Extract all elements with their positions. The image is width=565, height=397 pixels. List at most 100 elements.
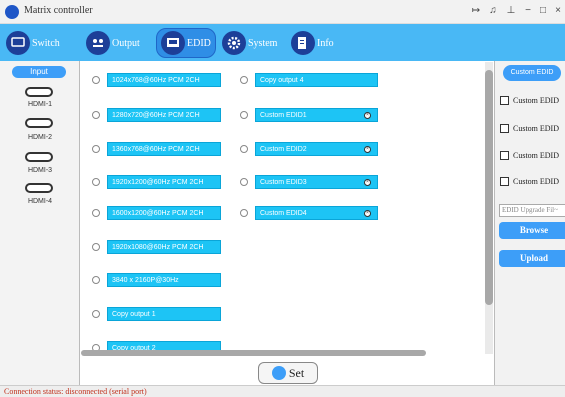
edid-upgrade-file-input[interactable]: EDID Upgrade Fil~: [499, 204, 565, 217]
edid-option-label: Custom EDID1: [260, 112, 307, 119]
close-button[interactable]: ×: [552, 4, 564, 18]
app-icon: [5, 5, 19, 19]
download-icon[interactable]: ⊥: [505, 4, 517, 18]
minimize-button[interactable]: −: [522, 4, 534, 18]
tab-switch[interactable]: Switch: [6, 28, 60, 58]
switch-icon: [6, 31, 30, 55]
radio-button[interactable]: [92, 111, 100, 119]
edid-option[interactable]: 3840 x 2160P@30Hz: [92, 272, 221, 288]
set-button-label: Set: [288, 365, 305, 380]
clear-icon[interactable]: ×: [364, 210, 371, 217]
info-icon: [291, 31, 315, 55]
tab-output[interactable]: Output: [86, 28, 140, 58]
checkbox[interactable]: [500, 177, 509, 186]
custom-edid-checkbox[interactable]: Custom EDID: [500, 151, 559, 160]
edid-option[interactable]: Custom EDID4 ×: [240, 205, 378, 221]
custom-edid-checkbox[interactable]: Custom EDID: [500, 124, 559, 133]
edid-option[interactable]: 1024x768@60Hz PCM 2CH: [92, 72, 221, 88]
custom-edid-checkbox[interactable]: Custom EDID: [500, 177, 559, 186]
checkbox-label: Custom EDID: [513, 96, 559, 105]
custom-edid-panel: Custom EDID Custom EDID Custom EDID Cust…: [494, 61, 565, 385]
edid-option[interactable]: Copy output 1: [92, 306, 221, 322]
hdmi-port-icon[interactable]: [25, 152, 53, 162]
set-icon: [271, 366, 286, 380]
vertical-scrollbar-thumb[interactable]: [485, 70, 493, 305]
edid-option-label: Copy output 1: [107, 307, 221, 321]
tab-switch-label: Switch: [32, 37, 60, 49]
browse-button[interactable]: Browse: [499, 222, 565, 239]
edid-option[interactable]: 1920x1080@60Hz PCM 2CH: [92, 239, 221, 255]
input-label: HDMI-3: [27, 167, 53, 174]
custom-edid-checkbox[interactable]: Custom EDID: [500, 96, 559, 105]
tab-info-label: Info: [317, 37, 334, 49]
radio-button[interactable]: [240, 178, 248, 186]
checkbox[interactable]: [500, 151, 509, 160]
radio-button[interactable]: [92, 243, 100, 251]
edid-option-label: 1280x720@60Hz PCM 2CH: [107, 108, 221, 122]
clear-icon[interactable]: ×: [364, 179, 371, 186]
tab-system[interactable]: System: [222, 28, 277, 58]
pin-icon[interactable]: ↦: [470, 4, 482, 18]
hdmi-port-icon[interactable]: [25, 118, 53, 128]
radio-button[interactable]: [240, 145, 248, 153]
upload-button[interactable]: Upload: [499, 250, 565, 267]
edid-option-label: 1600x1200@60Hz PCM 2CH: [107, 206, 221, 220]
edid-option[interactable]: Custom EDID2 ×: [240, 141, 378, 157]
radio-button[interactable]: [240, 209, 248, 217]
hdmi-port-icon[interactable]: [25, 87, 53, 97]
edid-icon: [161, 31, 185, 55]
radio-button[interactable]: [92, 76, 100, 84]
tab-system-label: System: [248, 37, 278, 49]
radio-button[interactable]: [92, 310, 100, 318]
tab-edid[interactable]: EDID: [156, 28, 216, 58]
edid-option[interactable]: Copy output 4: [240, 72, 378, 88]
checkbox[interactable]: [500, 124, 509, 133]
custom-edid-button[interactable]: Custom EDID: [503, 65, 561, 81]
edid-option[interactable]: 1360x768@60Hz PCM 2CH: [92, 141, 221, 157]
edid-option[interactable]: Custom EDID1 ×: [240, 107, 378, 123]
edid-option-label: 1360x768@60Hz PCM 2CH: [107, 142, 221, 156]
edid-option[interactable]: 1280x720@60Hz PCM 2CH: [92, 107, 221, 123]
hdmi-port-icon[interactable]: [25, 183, 53, 193]
edid-option-label: 1920x1080@60Hz PCM 2CH: [107, 240, 221, 254]
checkbox-label: Custom EDID: [513, 177, 559, 186]
radio-button[interactable]: [92, 209, 100, 217]
checkbox-label: Custom EDID: [513, 124, 559, 133]
edid-option[interactable]: Custom EDID3 ×: [240, 174, 378, 190]
maximize-button[interactable]: □: [537, 4, 549, 18]
edid-option-label: 3840 x 2160P@30Hz: [107, 273, 221, 287]
input-header: Input: [12, 66, 66, 78]
clear-icon[interactable]: ×: [364, 146, 371, 153]
set-button[interactable]: Set: [258, 362, 318, 384]
edid-option-label: Custom EDID3: [260, 179, 307, 186]
edid-option-label: Custom EDID4: [260, 210, 307, 217]
clear-icon[interactable]: ×: [364, 112, 371, 119]
edid-option-label: 1920x1200@60Hz PCM 2CH: [107, 175, 221, 189]
checkbox-label: Custom EDID: [513, 151, 559, 160]
radio-button[interactable]: [240, 111, 248, 119]
horizontal-scrollbar[interactable]: [81, 350, 426, 356]
tab-info[interactable]: Info: [291, 28, 334, 58]
input-label: HDMI-1: [27, 101, 53, 108]
edid-option[interactable]: 1920x1200@60Hz PCM 2CH: [92, 174, 221, 190]
radio-button[interactable]: [92, 276, 100, 284]
edid-option-label: Custom EDID2: [260, 146, 307, 153]
edid-options-area: 1024x768@60Hz PCM 2CH 1280x720@60Hz PCM …: [81, 61, 493, 355]
tab-edid-label: EDID: [187, 37, 211, 49]
radio-button[interactable]: [92, 145, 100, 153]
input-label: HDMI-4: [27, 198, 53, 205]
input-label: HDMI-2: [27, 134, 53, 141]
radio-button[interactable]: [92, 178, 100, 186]
checkbox[interactable]: [500, 96, 509, 105]
title-bar: Matrix controller ↦ ♫ ⊥ − □ ×: [0, 0, 565, 24]
connection-status: Connection status: disconnected (serial …: [4, 387, 147, 396]
gear-icon: [222, 31, 246, 55]
edid-option[interactable]: 1600x1200@60Hz PCM 2CH: [92, 205, 221, 221]
edid-option-label: Copy output 4: [255, 73, 378, 87]
edid-option-label: 1024x768@60Hz PCM 2CH: [107, 73, 221, 87]
window-title: Matrix controller: [24, 5, 93, 16]
tab-output-label: Output: [112, 37, 140, 49]
skin-icon[interactable]: ♫: [487, 4, 499, 18]
radio-button[interactable]: [240, 76, 248, 84]
main-toolbar: Switch Output EDID System Info: [0, 24, 565, 61]
